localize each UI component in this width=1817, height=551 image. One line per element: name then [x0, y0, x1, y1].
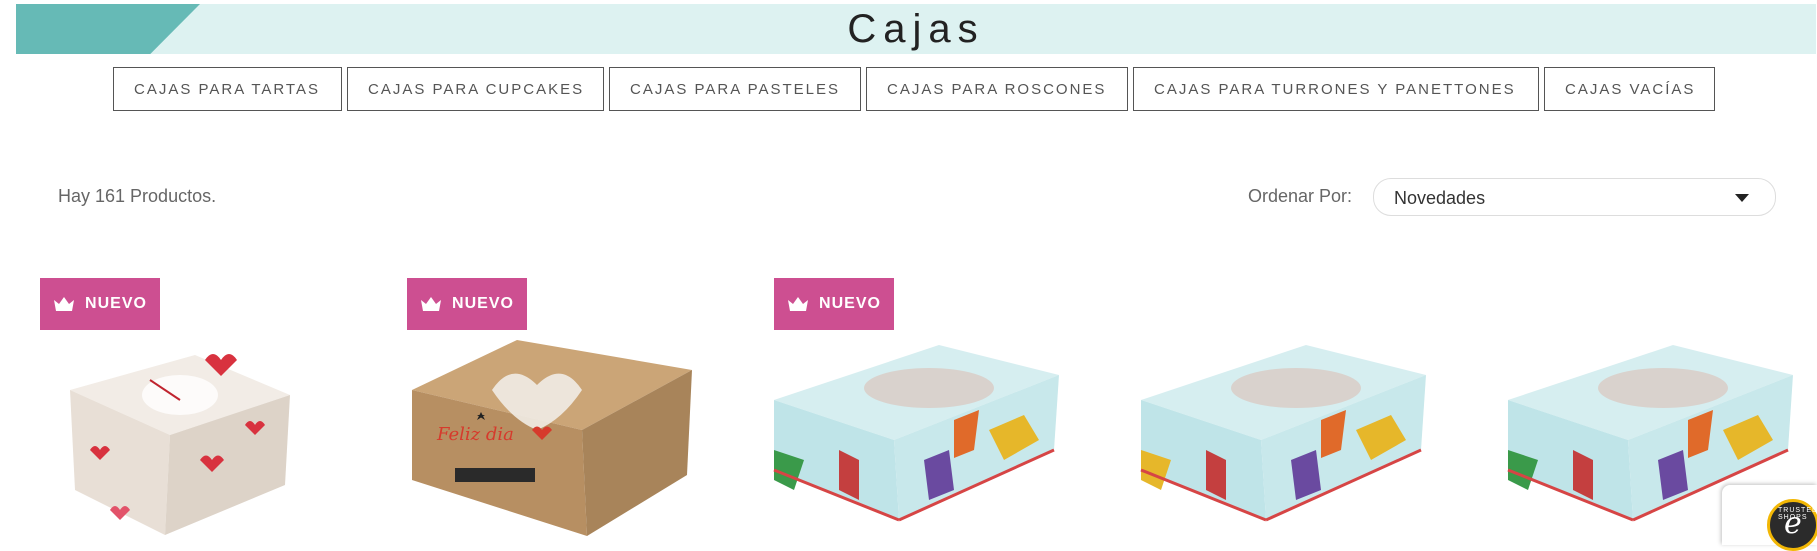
subcategory-nav: CAJAS PARA TARTAS CAJAS PARA CUPCAKES CA…	[113, 67, 1715, 111]
product-image[interactable]	[734, 300, 1074, 536]
svg-text:Feliz dia: Feliz dia	[436, 424, 514, 445]
new-badge-label: NUEVO	[452, 295, 514, 312]
category-link-vacias[interactable]: CAJAS VACÍAS	[1544, 67, 1715, 111]
category-link-tartas[interactable]: CAJAS PARA TARTAS	[113, 67, 342, 111]
new-badge-label: NUEVO	[85, 295, 147, 312]
product-image[interactable]: Feliz dia	[367, 300, 707, 536]
product-grid: NUEVO NUEVO Feliz dia NUEVO	[0, 270, 1817, 536]
category-link-turrones[interactable]: CAJAS PARA TURRONES Y PANETTONES	[1133, 67, 1539, 111]
product-card[interactable]: NUEVO Feliz dia	[367, 270, 707, 536]
trusted-shops-text: TRUSTED SHOPS	[1778, 507, 1817, 521]
category-link-roscones[interactable]: CAJAS PARA ROSCONES	[866, 67, 1128, 111]
new-badge: NUEVO	[40, 278, 160, 330]
crown-icon	[54, 297, 75, 311]
sort-select[interactable]: Novedades	[1373, 178, 1776, 216]
crown-icon	[421, 297, 442, 311]
product-image[interactable]	[0, 300, 340, 536]
sort-label: Ordenar Por:	[1248, 186, 1353, 206]
product-card[interactable]	[1101, 270, 1441, 536]
crown-icon	[788, 297, 809, 311]
new-badge-label: NUEVO	[819, 295, 881, 312]
new-badge: NUEVO	[774, 278, 894, 330]
product-card[interactable]: NUEVO	[0, 270, 340, 536]
new-badge: NUEVO	[407, 278, 527, 330]
page-title: Cajas	[847, 7, 985, 51]
product-count: Hay 161 Productos.	[58, 186, 217, 206]
category-link-pasteles[interactable]: CAJAS PARA PASTELES	[609, 67, 861, 111]
product-image[interactable]	[1101, 300, 1441, 536]
category-banner: Cajas	[16, 4, 1816, 54]
product-card[interactable]: NUEVO	[734, 270, 1074, 536]
trusted-shops-widget[interactable]: e TRUSTED SHOPS	[1722, 485, 1817, 551]
chevron-down-icon	[1735, 194, 1749, 202]
category-link-cupcakes[interactable]: CAJAS PARA CUPCAKES	[347, 67, 604, 111]
trusted-shops-seal-icon: e TRUSTED SHOPS	[1767, 499, 1817, 551]
sort-selected-value: Novedades	[1394, 188, 1486, 208]
